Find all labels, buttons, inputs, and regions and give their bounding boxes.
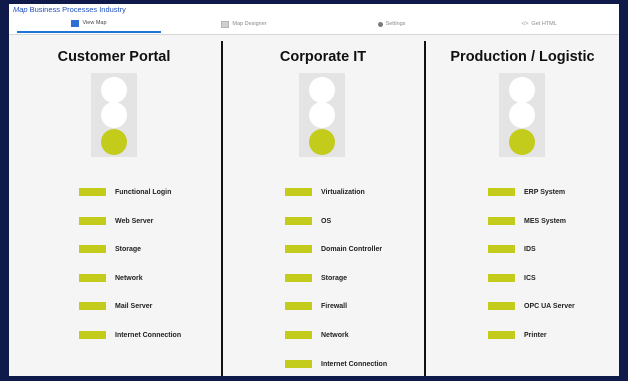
status-bar <box>79 302 106 310</box>
status-bar <box>79 188 106 196</box>
service-label: Web Server <box>115 217 154 225</box>
service-item[interactable]: Network <box>285 330 349 340</box>
app-title-prefix: Map <box>13 5 28 14</box>
status-bar <box>79 245 106 253</box>
service-label: Storage <box>321 274 348 282</box>
traffic-light <box>91 73 137 157</box>
service-label: Functional Login <box>115 188 172 196</box>
tab-map-designer-label: Map Designer <box>232 21 267 27</box>
status-bar <box>79 274 106 282</box>
column-customer-portal: Customer Portal Functional Login Web Ser… <box>9 35 219 376</box>
service-item[interactable]: Internet Connection <box>285 359 387 369</box>
service-item[interactable]: OS <box>285 216 331 226</box>
service-item[interactable]: Storage <box>285 273 347 283</box>
lamp-yellow <box>101 102 127 128</box>
status-bar <box>488 217 515 225</box>
lamp-green <box>101 129 127 155</box>
status-bar <box>488 274 515 282</box>
service-item[interactable]: Firewall <box>285 301 347 311</box>
service-item[interactable]: ICS <box>488 273 536 283</box>
service-label: Printer <box>524 331 547 339</box>
service-item[interactable]: Storage <box>79 244 141 254</box>
code-icon: </> <box>521 21 529 27</box>
map-view: Customer Portal Functional Login Web Ser… <box>9 35 619 376</box>
column-corporate-it: Corporate IT Virtualization OS Domain Co… <box>223 35 423 376</box>
service-item[interactable]: Network <box>79 273 143 283</box>
status-bar <box>285 217 312 225</box>
tab-view-map-label: View Map <box>82 20 107 26</box>
tab-map-designer[interactable]: Map Designer <box>169 15 319 33</box>
tab-view-map[interactable]: View Map <box>17 15 161 33</box>
designer-icon <box>221 20 230 28</box>
status-bar <box>285 302 312 310</box>
service-item[interactable]: Printer <box>488 330 547 340</box>
service-item[interactable]: OPC UA Server <box>488 301 575 311</box>
service-label: Network <box>115 274 143 282</box>
service-item[interactable]: Web Server <box>79 216 153 226</box>
service-label: MES System <box>524 217 567 225</box>
app-title-text: Business Processes Industry <box>29 5 126 14</box>
traffic-light <box>499 73 545 157</box>
status-bar <box>285 245 312 253</box>
app-title: Map Business Processes Industry <box>9 4 619 15</box>
column-title: Corporate IT <box>279 49 367 65</box>
service-item[interactable]: ERP System <box>488 187 565 197</box>
lamp-red <box>309 77 335 103</box>
service-label: Internet Connection <box>321 360 388 368</box>
traffic-light <box>299 73 345 157</box>
tab-get-html-label: Get HTML <box>531 21 557 27</box>
service-label: Mail Server <box>115 302 153 310</box>
service-label: OS <box>321 217 332 225</box>
service-label: ICS <box>524 274 536 282</box>
service-label: ERP System <box>524 188 566 196</box>
status-bar <box>79 217 106 225</box>
service-item[interactable]: Domain Controller <box>285 244 382 254</box>
service-label: Virtualization <box>321 188 365 196</box>
status-bar <box>488 302 515 310</box>
status-bar <box>285 274 312 282</box>
lamp-green <box>309 129 335 155</box>
gear-icon <box>377 21 383 27</box>
service-item[interactable]: Functional Login <box>79 187 171 197</box>
status-bar <box>285 188 312 196</box>
tab-bar: View Map Map Designer Settings </> Get H… <box>9 15 619 35</box>
service-item[interactable]: IDS <box>488 244 536 254</box>
lamp-yellow <box>309 102 335 128</box>
status-bar <box>79 331 106 339</box>
tab-settings[interactable]: Settings <box>319 15 464 33</box>
status-bar <box>285 331 312 339</box>
service-item[interactable]: Virtualization <box>285 187 365 197</box>
app-window: Map Business Processes Industry View Map … <box>9 4 619 376</box>
service-item[interactable]: Internet Connection <box>79 330 181 340</box>
lamp-yellow <box>509 102 535 128</box>
map-icon <box>71 19 80 27</box>
status-bar <box>488 245 515 253</box>
column-title: Customer Portal <box>57 49 171 65</box>
service-label: Network <box>321 331 349 339</box>
service-item[interactable]: Mail Server <box>79 301 152 311</box>
status-bar <box>285 360 312 368</box>
column-title: Production / Logistic <box>450 49 595 65</box>
lamp-red <box>509 77 535 103</box>
tab-get-html[interactable]: </> Get HTML <box>464 15 614 33</box>
status-bar <box>488 331 515 339</box>
service-label: Storage <box>115 245 142 253</box>
tab-settings-label: Settings <box>385 21 406 27</box>
service-label: Internet Connection <box>115 331 182 339</box>
lamp-red <box>101 77 127 103</box>
lamp-green <box>509 129 535 155</box>
service-label: Firewall <box>321 302 348 310</box>
column-production-logistic: Production / Logistic ERP System MES Sys… <box>426 35 619 376</box>
service-item[interactable]: MES System <box>488 216 566 226</box>
status-bar <box>488 188 515 196</box>
service-label: OPC UA Server <box>524 302 575 310</box>
service-label: IDS <box>524 245 536 253</box>
service-label: Domain Controller <box>321 245 383 253</box>
